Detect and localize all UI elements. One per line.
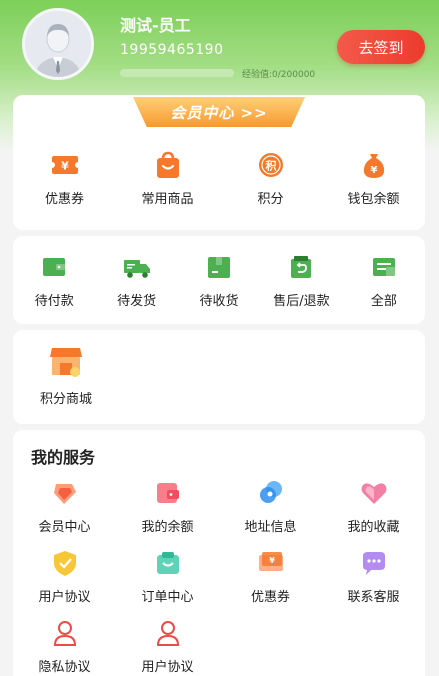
service-order-center[interactable]: 订单中心	[116, 548, 219, 605]
svg-text:¥: ¥	[269, 556, 275, 565]
service-label: 用户协议	[38, 590, 91, 605]
member-item-coupon[interactable]: ¥ 优惠券	[13, 150, 116, 207]
location-icon	[259, 481, 282, 503]
member-item-points[interactable]: 积 积分	[219, 150, 322, 207]
orders-card: 待付款 待发货 待收货 售后/退款 全部	[13, 236, 425, 324]
member-item-wallet-balance[interactable]: ¥ 钱包余额	[322, 150, 425, 207]
balance-icon	[156, 483, 179, 503]
svg-text:积: 积	[265, 159, 276, 173]
list-icon	[372, 258, 395, 276]
svg-text:¥: ¥	[61, 160, 69, 173]
service-address[interactable]: 地址信息	[219, 478, 322, 535]
service-label: 隐私协议	[38, 660, 91, 675]
user-name: 测试-员工	[120, 16, 191, 35]
service-privacy-agreement[interactable]: 隐私协议	[13, 618, 116, 675]
member-item-common-products[interactable]: 常用商品	[116, 150, 219, 207]
service-label: 联系客服	[347, 590, 400, 605]
service-label: 我的收藏	[347, 520, 400, 535]
store-icon	[50, 348, 82, 377]
wallet-icon	[43, 258, 66, 276]
service-my-balance[interactable]: 我的余额	[116, 478, 219, 535]
shopping-bag-icon	[156, 151, 179, 178]
services-card: 我的服务 会员中心 我的余额 地址信息 我的收藏 用户协议 订单中心 ¥ 优惠券…	[13, 430, 425, 676]
member-item-label: 常用商品	[141, 192, 194, 207]
service-label: 会员中心	[38, 520, 91, 535]
order-item-after-sales[interactable]: 售后/退款	[260, 252, 342, 309]
order-item-pending-payment[interactable]: 待付款	[13, 252, 95, 309]
service-label: 我的余额	[141, 520, 194, 535]
points-mall-card: 积分商城	[13, 330, 425, 424]
chat-icon	[362, 552, 385, 575]
member-item-label: 积分	[257, 192, 284, 207]
service-favorites[interactable]: 我的收藏	[322, 478, 425, 535]
order-item-all[interactable]: 全部	[343, 252, 425, 309]
services-title: 我的服务	[31, 448, 96, 467]
service-coupons[interactable]: ¥ 优惠券	[219, 548, 322, 605]
refund-icon	[291, 256, 312, 278]
order-icon	[156, 552, 179, 574]
ticket-icon: ¥	[258, 552, 283, 571]
order-item-label: 全部	[370, 294, 397, 309]
truck-icon	[123, 260, 150, 278]
package-icon	[208, 257, 231, 278]
svg-text:¥: ¥	[370, 165, 377, 176]
experience-text: 经验值:0/200000	[242, 70, 316, 80]
checkin-button[interactable]: 去签到	[337, 30, 425, 64]
member-center-card: 会员中心 >> ¥ 优惠券 常用商品 积 积分 ¥ 钱包余额	[13, 95, 425, 230]
user-icon	[53, 621, 76, 646]
points-mall-item[interactable]: 积分商城	[31, 344, 101, 407]
service-label: 优惠券	[250, 590, 290, 605]
order-item-label: 待收货	[199, 294, 239, 309]
user-avatar-icon	[25, 11, 91, 77]
profile-header: 测试-员工 19959465190 经验值:0/200000 去签到	[0, 0, 439, 92]
order-item-pending-shipment[interactable]: 待发货	[95, 252, 177, 309]
points-mall-label: 积分商城	[39, 392, 92, 407]
member-item-label: 优惠券	[44, 192, 84, 207]
service-label: 用户协议	[141, 660, 194, 675]
vip-icon	[53, 484, 76, 504]
heart-icon	[361, 483, 386, 504]
coupon-icon: ¥	[49, 156, 80, 174]
wallet-balance-icon: ¥	[363, 154, 384, 178]
member-center-banner[interactable]: 会员中心 >>	[133, 97, 305, 127]
user-phone: 19959465190	[120, 42, 224, 58]
order-item-pending-receipt[interactable]: 待收货	[178, 252, 260, 309]
order-item-label: 售后/退款	[273, 294, 330, 309]
service-customer-support[interactable]: 联系客服	[322, 548, 425, 605]
service-user-agreement-2[interactable]: 用户协议	[116, 618, 219, 675]
service-label: 地址信息	[244, 520, 297, 535]
order-item-label: 待付款	[34, 294, 74, 309]
service-label: 订单中心	[141, 590, 194, 605]
shield-icon	[53, 551, 76, 576]
user-icon	[156, 621, 179, 646]
experience-progress-bar	[120, 69, 234, 77]
member-item-label: 钱包余额	[347, 192, 400, 207]
order-item-label: 待发货	[117, 294, 157, 309]
avatar[interactable]	[22, 8, 94, 80]
service-user-agreement[interactable]: 用户协议	[13, 548, 116, 605]
service-member-center[interactable]: 会员中心	[13, 478, 116, 535]
points-icon: 积	[258, 153, 283, 177]
